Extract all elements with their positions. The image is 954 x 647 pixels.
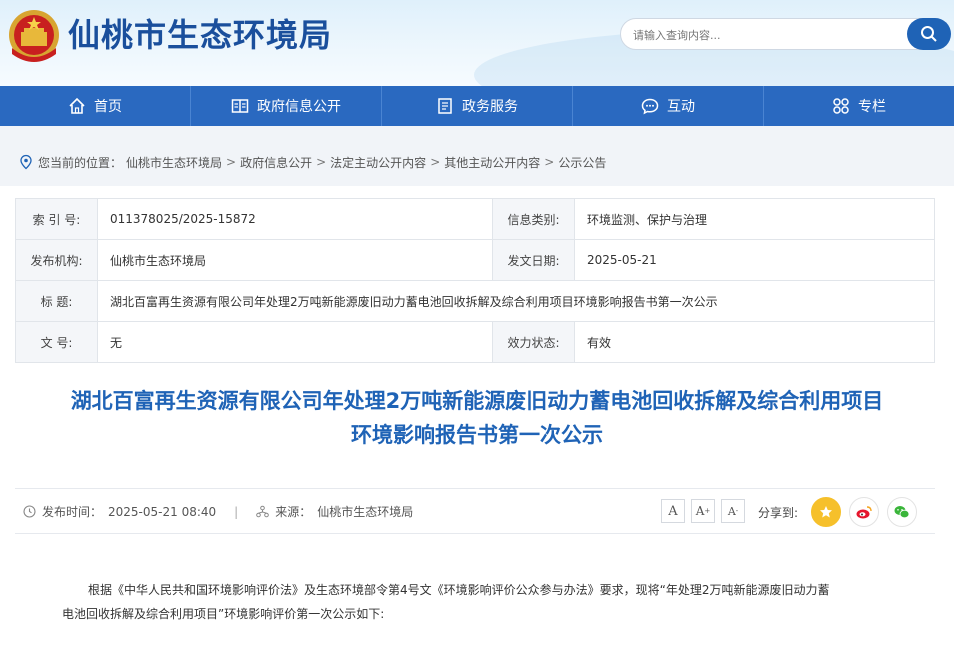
table-row: 文 号: 无 效力状态: 有效 <box>15 321 935 363</box>
font-medium-label: A <box>695 504 705 518</box>
meta-value: 仙桃市生态环境局 <box>97 239 493 281</box>
search-input[interactable] <box>633 25 903 45</box>
nav-label: 政务服务 <box>462 99 518 115</box>
breadcrumb-prefix: 您当前的位置： <box>38 155 123 170</box>
nav-gov-info[interactable]: 政府信息公开 <box>191 86 382 126</box>
breadcrumb-link[interactable]: 公示公告 <box>558 154 606 171</box>
publish-label: 发布时间： <box>42 505 103 519</box>
table-row: 发布机构: 仙桃市生态环境局 发文日期: 2025-05-21 <box>15 239 935 281</box>
breadcrumb: 您当前的位置： 仙桃市生态环境局 > 政府信息公开 > 法定主动公开内容 > 其… <box>18 150 606 174</box>
location-icon <box>20 154 32 170</box>
site-header: 仙桃市生态环境局 <box>0 0 954 86</box>
breadcrumb-link[interactable]: 政府信息公开 <box>240 154 312 171</box>
meta-key: 信息类别: <box>492 198 575 240</box>
nav-label: 首页 <box>94 99 122 115</box>
table-row: 标 题: 湖北百富再生资源有限公司年处理2万吨新能源废旧动力蓄电池回收拆解及综合… <box>15 280 935 322</box>
table-row: 索 引 号: 011378025/2025-15872 信息类别: 环境监测、保… <box>15 198 935 240</box>
info-divider: | <box>234 504 239 519</box>
font-size-controls: A A + A- <box>661 499 745 523</box>
meta-value: 湖北百富再生资源有限公司年处理2万吨新能源废旧动力蓄电池回收拆解及综合利用项目环… <box>97 280 935 322</box>
nav-services[interactable]: 政务服务 <box>382 86 573 126</box>
font-large-label: A <box>668 503 678 519</box>
breadcrumb-separator: > <box>544 155 555 169</box>
meta-key: 发文日期: <box>492 239 575 281</box>
article-info: 发布时间： 2025-05-21 08:40 | 来源： 仙桃市生态环境局 <box>23 503 413 520</box>
article-title: 湖北百富再生资源有限公司年处理2万吨新能源废旧动力蓄电池回收拆解及综合利用项目 … <box>0 384 954 452</box>
search-icon <box>921 26 937 42</box>
meta-key: 文 号: <box>15 321 98 363</box>
font-small-button[interactable]: A- <box>721 499 745 523</box>
chat-icon <box>641 98 659 115</box>
body-paragraph: 根据《中华人民共和国环境影响评价法》及生态环境部令第4号文《环境影响评价公众参与… <box>88 583 830 597</box>
share-buttons <box>811 497 917 527</box>
nav-label: 政府信息公开 <box>257 99 341 115</box>
weibo-icon <box>856 506 872 519</box>
breadcrumb-separator: > <box>316 155 327 169</box>
breadcrumb-separator: > <box>430 155 441 169</box>
meta-value: 011378025/2025-15872 <box>97 198 493 240</box>
article-title-line: 湖北百富再生资源有限公司年处理2万吨新能源废旧动力蓄电池回收拆解及综合利用项目 <box>70 389 884 413</box>
meta-key: 效力状态: <box>492 321 575 363</box>
share-weibo-button[interactable] <box>849 497 879 527</box>
home-icon <box>69 97 85 114</box>
font-small-label: A <box>727 504 736 518</box>
meta-key: 发布机构: <box>15 239 98 281</box>
service-icon <box>438 98 452 114</box>
nav-home[interactable]: 首页 <box>0 86 191 126</box>
meta-value: 有效 <box>574 321 935 363</box>
meta-table: 索 引 号: 011378025/2025-15872 信息类别: 环境监测、保… <box>15 198 935 363</box>
breadcrumb-separator: > <box>226 155 237 169</box>
search-box <box>620 18 951 50</box>
article-info-bar: 发布时间： 2025-05-21 08:40 | 来源： 仙桃市生态环境局 A … <box>15 488 935 534</box>
font-large-button[interactable]: A <box>661 499 685 523</box>
article-title-line: 环境影响报告书第一次公示 <box>351 423 603 447</box>
share-qzone-button[interactable] <box>811 497 841 527</box>
source-label: 来源： <box>275 505 312 519</box>
clock-icon <box>23 505 36 518</box>
nav-interact[interactable]: 互动 <box>573 86 764 126</box>
national-emblem-icon <box>9 10 59 62</box>
nav-label: 互动 <box>667 99 695 115</box>
grid-icon <box>833 98 849 114</box>
star-icon <box>820 506 832 518</box>
meta-key: 标 题: <box>15 280 98 322</box>
wechat-icon <box>894 506 910 519</box>
share-label: 分享到: <box>758 506 799 520</box>
meta-value: 无 <box>97 321 493 363</box>
publish-time: 2025-05-21 08:40 <box>108 504 217 519</box>
nav-label: 专栏 <box>858 99 886 115</box>
info-icon <box>231 99 249 113</box>
breadcrumb-link[interactable]: 其他主动公开内容 <box>444 154 540 171</box>
main-nav: 首页 政府信息公开 政务服务 互动 专栏 <box>0 86 954 126</box>
body-paragraph: 电池回收拆解及综合利用项目”环境影响评价第一次公示如下: <box>62 607 385 621</box>
article-body: 根据《中华人民共和国环境影响评价法》及生态环境部令第4号文《环境影响评价公众参与… <box>62 578 892 626</box>
source-value: 仙桃市生态环境局 <box>317 505 414 519</box>
search-button[interactable] <box>907 18 951 50</box>
site-title[interactable]: 仙桃市生态环境局 <box>68 12 332 58</box>
meta-value: 环境监测、保护与治理 <box>574 198 935 240</box>
meta-value: 2025-05-21 <box>574 239 935 281</box>
font-medium-button[interactable]: A + <box>691 499 715 523</box>
source-icon <box>256 505 270 518</box>
breadcrumb-link[interactable]: 法定主动公开内容 <box>330 154 426 171</box>
nav-special[interactable]: 专栏 <box>764 86 954 126</box>
meta-key: 索 引 号: <box>15 198 98 240</box>
breadcrumb-link[interactable]: 仙桃市生态环境局 <box>126 154 222 171</box>
share-wechat-button[interactable] <box>887 497 917 527</box>
